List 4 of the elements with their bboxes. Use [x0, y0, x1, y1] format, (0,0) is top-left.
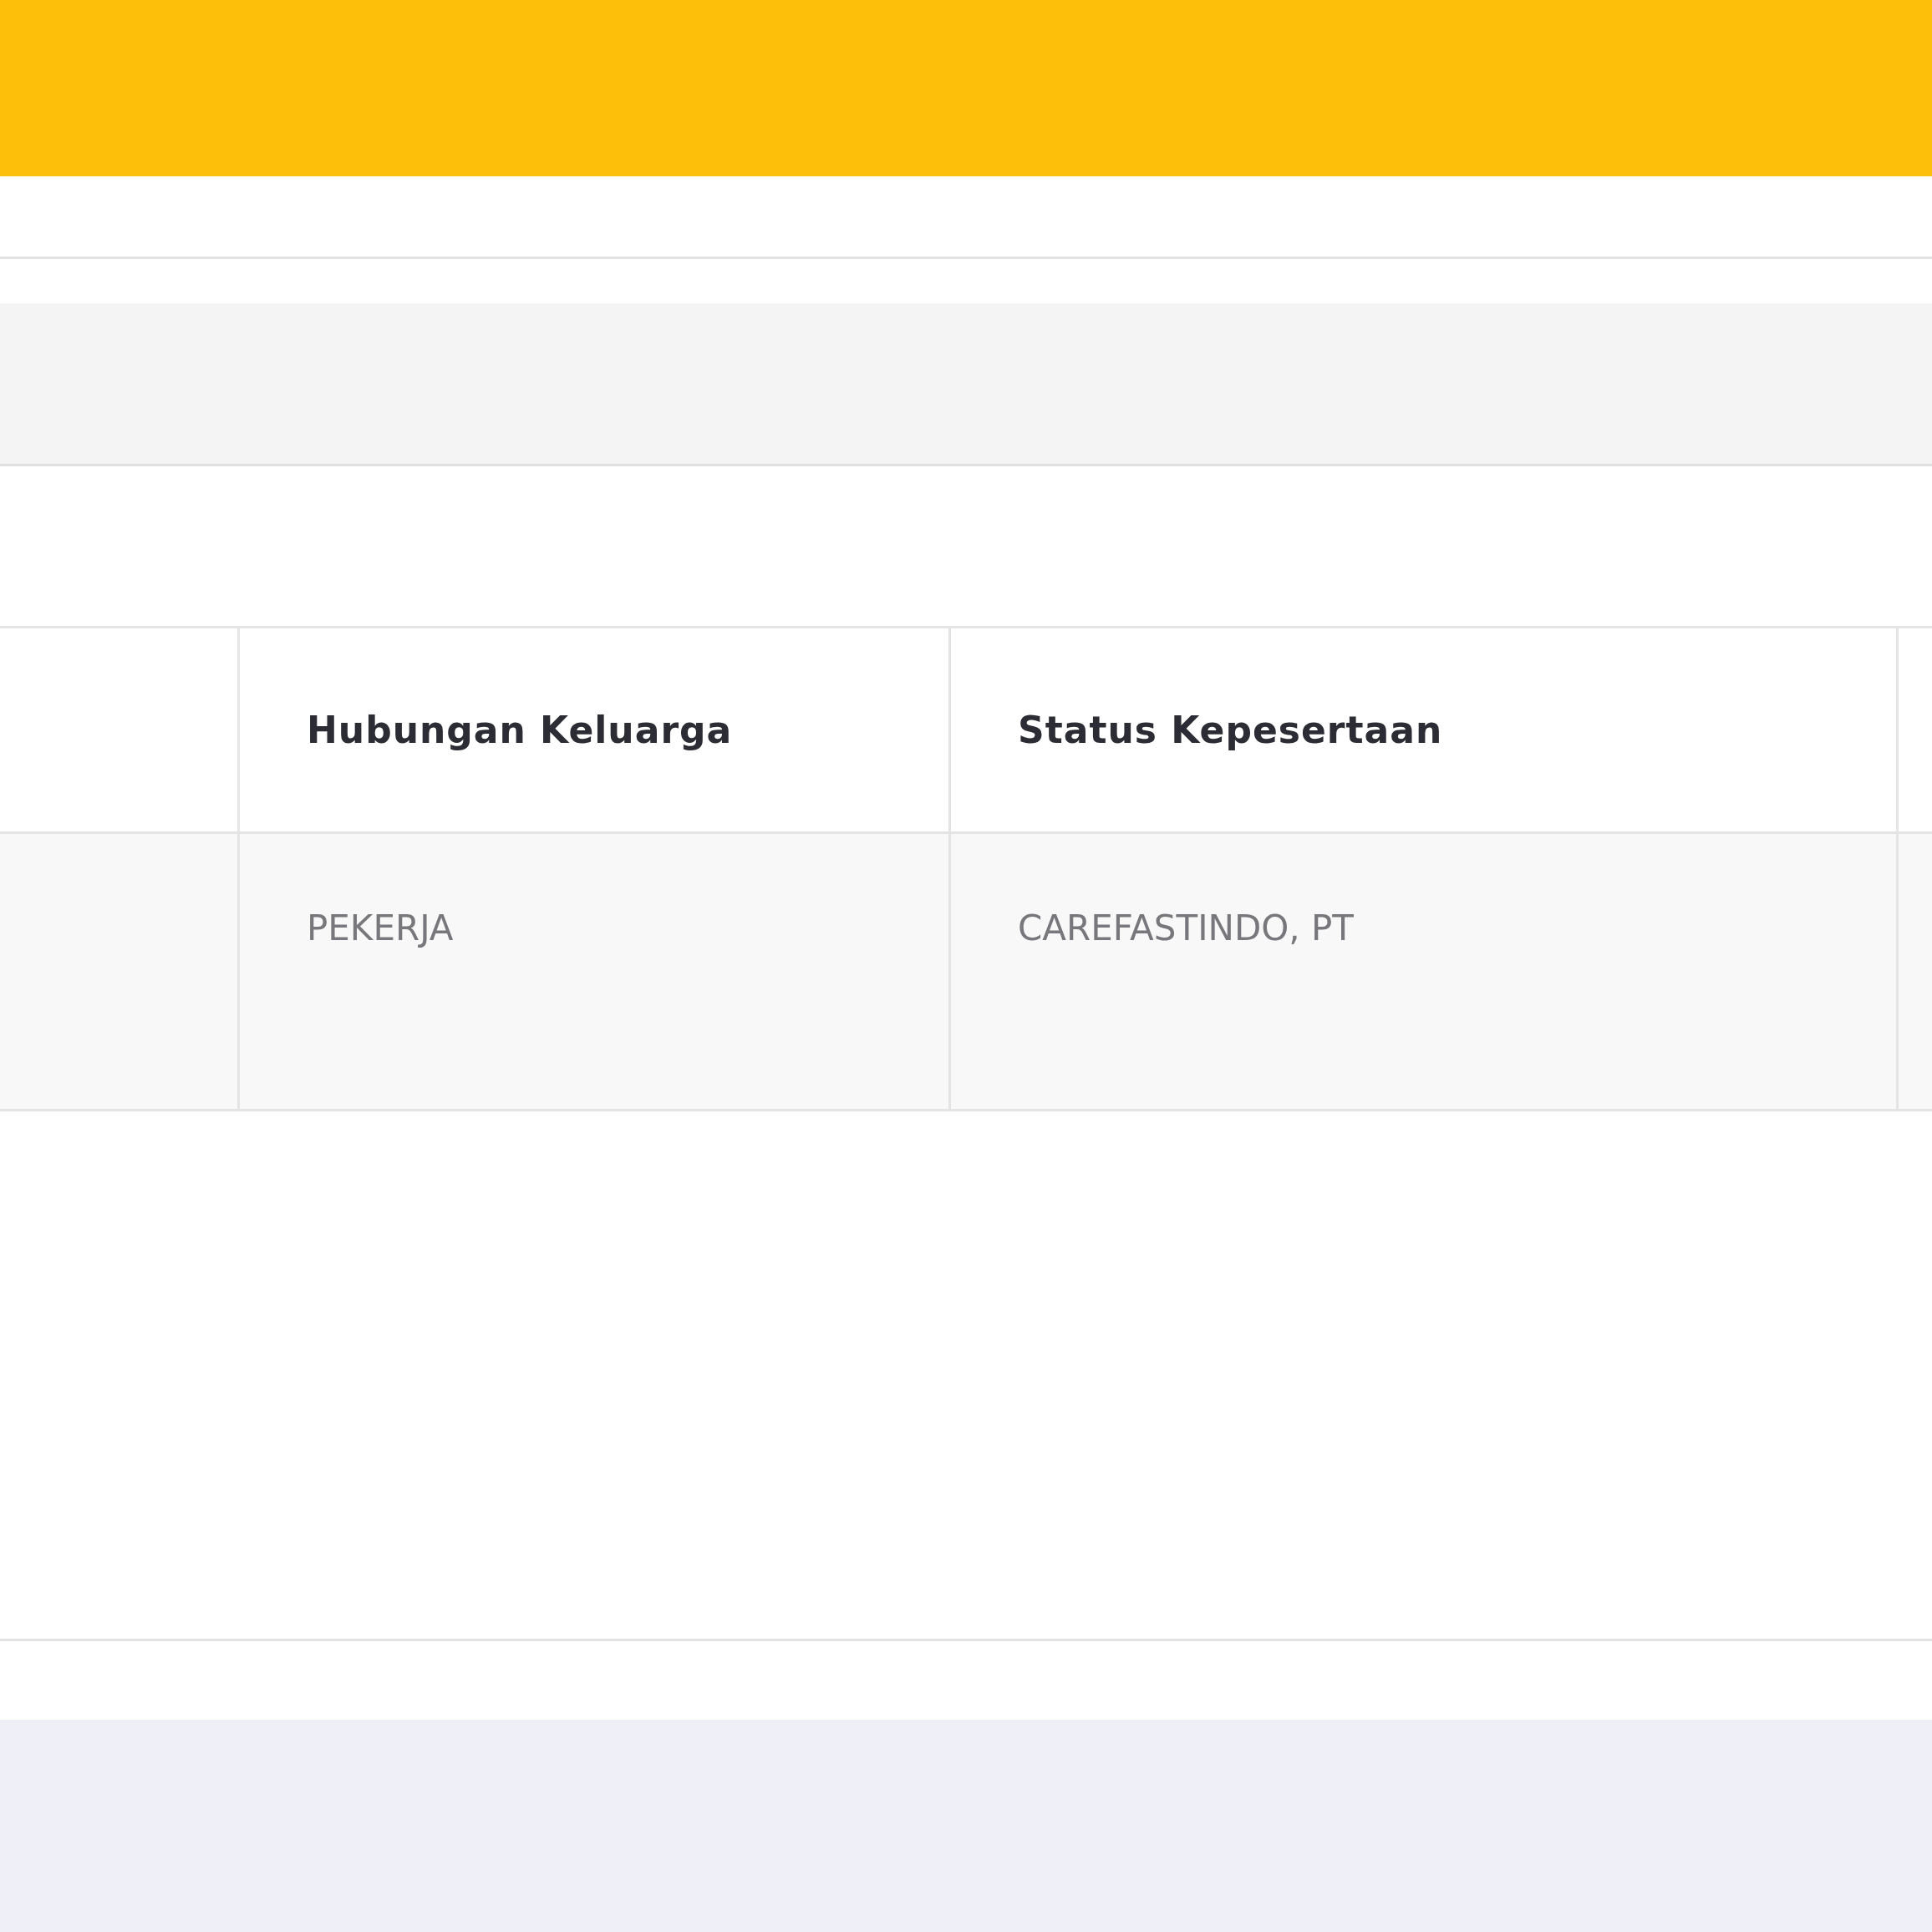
- column-header: Hubungan Keluarga: [307, 709, 733, 751]
- table-cell: PEKERJA: [307, 908, 454, 948]
- column-header: Status Kepesertaan: [1018, 709, 1443, 751]
- table-cell: CAREFASTINDO, PT: [1018, 908, 1354, 948]
